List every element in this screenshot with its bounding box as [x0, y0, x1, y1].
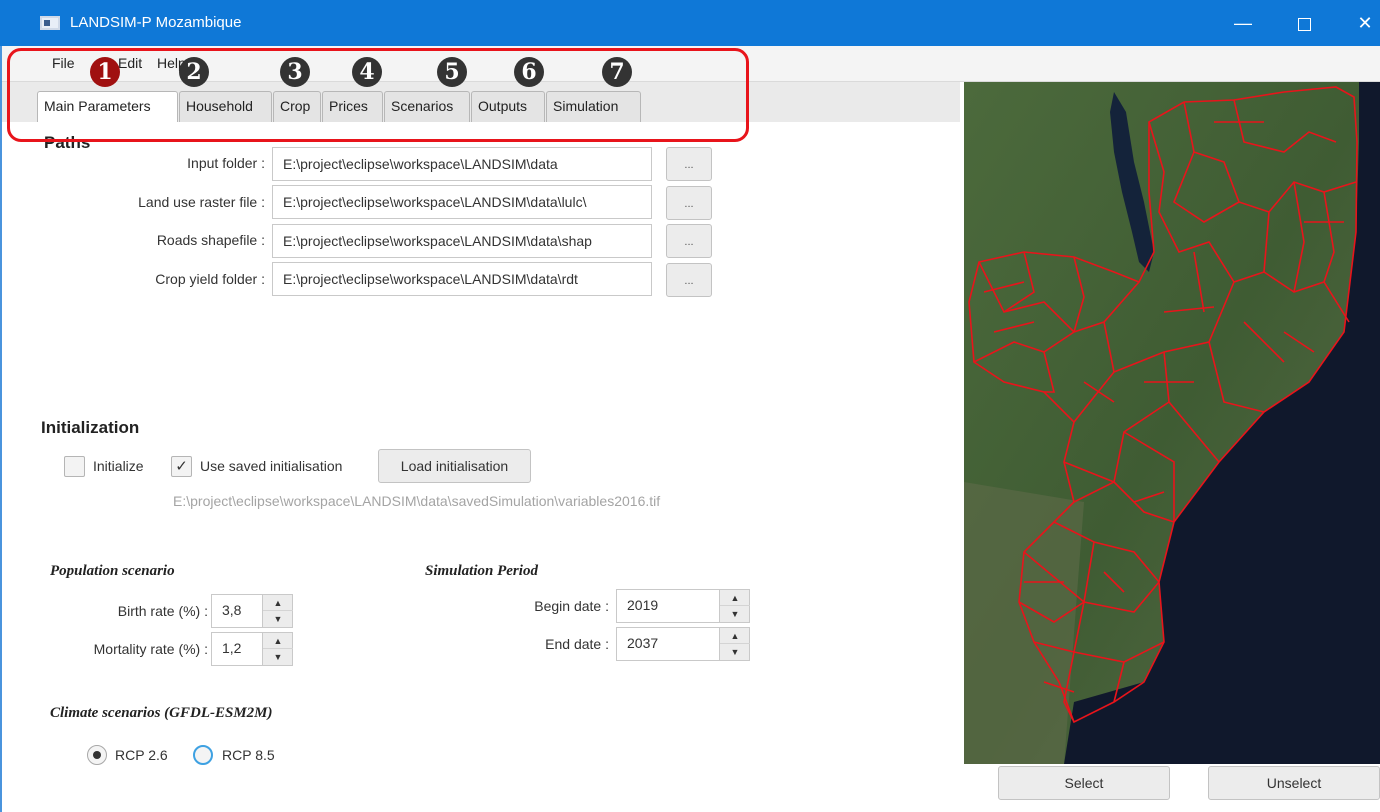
initialization-title: Initialization [41, 418, 140, 437]
mortality-rate-spinner[interactable]: 1,2 ▲ ▼ [211, 632, 293, 666]
unselect-button[interactable]: Unselect [1208, 766, 1380, 800]
population-scenario-title: Population scenario [50, 563, 175, 579]
crop-yield-folder-field[interactable]: E:\project\eclipse\workspace\LANDSIM\dat… [272, 262, 652, 296]
step-badge-7: 7 [602, 57, 632, 87]
end-date-value: 2037 [627, 635, 659, 651]
land-use-raster-field[interactable]: E:\project\eclipse\workspace\LANDSIM\dat… [272, 185, 652, 219]
map-graphic [964, 82, 1380, 764]
crop-yield-folder-label: Crop yield folder : [155, 271, 265, 287]
begin-date-arrows: ▲ ▼ [719, 590, 750, 622]
end-date-spinner[interactable]: 2037 ▲ ▼ [616, 627, 750, 661]
crop-yield-folder-browse-button[interactable]: ... [666, 263, 712, 297]
mortality-rate-value: 1,2 [222, 640, 242, 656]
birth-rate-arrows: ▲ ▼ [262, 595, 293, 627]
step-badge-2: 2 [179, 57, 209, 87]
step-badge-4: 4 [352, 57, 382, 87]
select-button[interactable]: Select [998, 766, 1170, 800]
birth-rate-label: Birth rate (%) : [117, 603, 208, 619]
decrement-icon[interactable]: ▼ [720, 644, 750, 660]
begin-date-value: 2019 [627, 597, 659, 613]
land-use-raster-browse-button[interactable]: ... [666, 186, 712, 220]
land-use-raster-label: Land use raster file : [138, 194, 265, 210]
increment-icon[interactable]: ▲ [263, 595, 293, 611]
climate-scenarios-title: Climate scenarios (GFDL-ESM2M) [50, 705, 273, 721]
roads-shapefile-label: Roads shapefile : [156, 232, 265, 248]
window-title: LANDSIM-P Mozambique [70, 14, 242, 31]
birth-rate-spinner[interactable]: 3,8 ▲ ▼ [211, 594, 293, 628]
simulation-period-title: Simulation Period [425, 563, 538, 579]
input-folder-label: Input folder : [187, 155, 265, 171]
use-saved-initialisation-label: Use saved initialisation [200, 458, 343, 474]
increment-icon[interactable]: ▲ [720, 590, 750, 606]
rcp26-radio[interactable] [87, 745, 107, 765]
maximize-icon [1297, 17, 1311, 31]
close-button[interactable]: ✕ [1342, 0, 1380, 46]
mortality-rate-label: Mortality rate (%) : [93, 641, 208, 657]
initialize-label: Initialize [93, 458, 144, 474]
rcp85-radio[interactable] [193, 745, 213, 765]
roads-shapefile-browse-button[interactable]: ... [666, 224, 712, 258]
increment-icon[interactable]: ▲ [263, 633, 293, 649]
rcp85-label: RCP 8.5 [222, 747, 275, 763]
rcp26-label: RCP 2.6 [115, 747, 168, 763]
initialize-checkbox[interactable] [64, 456, 85, 477]
load-initialisation-button[interactable]: Load initialisation [378, 449, 531, 483]
app-icon [40, 16, 60, 30]
input-folder-browse-button[interactable]: ... [666, 147, 712, 181]
begin-date-spinner[interactable]: 2019 ▲ ▼ [616, 589, 750, 623]
begin-date-label: Begin date : [534, 598, 609, 614]
end-date-label: End date : [545, 636, 609, 652]
mortality-rate-arrows: ▲ ▼ [262, 633, 293, 665]
minimize-button[interactable]: — [1220, 0, 1266, 46]
input-folder-field[interactable]: E:\project\eclipse\workspace\LANDSIM\dat… [272, 147, 652, 181]
increment-icon[interactable]: ▲ [720, 628, 750, 644]
step-badge-5: 5 [437, 57, 467, 87]
maximize-button[interactable] [1281, 0, 1327, 46]
step-badge-6: 6 [514, 57, 544, 87]
roads-shapefile-field[interactable]: E:\project\eclipse\workspace\LANDSIM\dat… [272, 224, 652, 258]
end-date-arrows: ▲ ▼ [719, 628, 750, 660]
decrement-icon[interactable]: ▼ [720, 606, 750, 622]
decrement-icon[interactable]: ▼ [263, 611, 293, 627]
title-bar: LANDSIM-P Mozambique — ✕ [0, 0, 1380, 46]
step-badge-1: 1 [90, 57, 120, 87]
mozambique-map[interactable] [964, 82, 1380, 764]
use-saved-initialisation-checkbox[interactable]: ✓ [171, 456, 192, 477]
saved-initialisation-path: E:\project\eclipse\workspace\LANDSIM\dat… [173, 493, 661, 509]
step-badge-3: 3 [280, 57, 310, 87]
decrement-icon[interactable]: ▼ [263, 649, 293, 665]
birth-rate-value: 3,8 [222, 602, 242, 618]
